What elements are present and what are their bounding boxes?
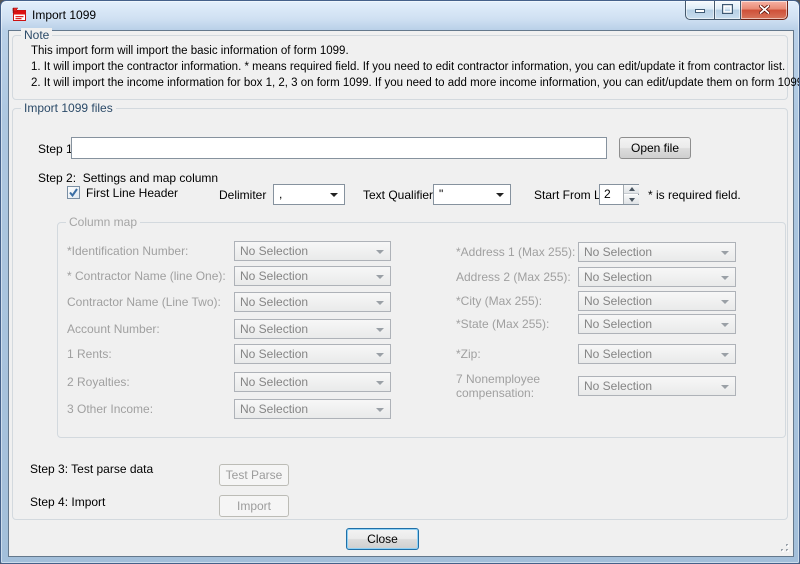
chevron-down-icon [721, 251, 729, 255]
column-map-row: *State (Max 255): No Selection [456, 314, 736, 334]
address2-select[interactable]: No Selection [578, 267, 736, 287]
delimiter-label: Delimiter [219, 188, 266, 202]
address2-label: Address 2 (Max 255): [456, 270, 571, 284]
chevron-down-icon [376, 408, 384, 412]
column-map-row: Account Number: No Selection [67, 319, 391, 339]
step3-label: Step 3: Test parse data [30, 462, 153, 476]
chevron-down-icon [376, 328, 384, 332]
file-path-input[interactable] [71, 137, 607, 159]
note-line-2: 1. It will import the contractor informa… [31, 61, 785, 73]
close-icon [759, 3, 770, 17]
column-map-row: *Identification Number: No Selection [67, 241, 391, 261]
other-income-label: 3 Other Income: [67, 402, 153, 416]
royalties-select[interactable]: No Selection [234, 372, 391, 392]
close-button[interactable]: Close [346, 528, 419, 550]
import-files-groupbox-title: Import 1099 files [21, 101, 116, 115]
state-select[interactable]: No Selection [578, 314, 736, 334]
checkmark-icon [68, 187, 79, 198]
form-1099-icon [11, 7, 27, 23]
identification-number-select[interactable]: No Selection [234, 241, 391, 261]
required-field-note: * is required field. [648, 188, 741, 202]
chevron-down-icon [721, 353, 729, 357]
chevron-down-icon [376, 301, 384, 305]
chevron-down-icon [721, 323, 729, 327]
chevron-down-icon [376, 275, 384, 279]
first-line-header-label[interactable]: First Line Header [86, 186, 178, 200]
nonemployee-compensation-select[interactable]: No Selection [578, 376, 736, 396]
step4-label: Step 4: Import [30, 495, 105, 509]
contractor-name-one-label: * Contractor Name (line One): [67, 269, 226, 283]
step2-label: Step 2: Settings and map column [38, 171, 218, 185]
column-map-row: Address 2 (Max 255): No Selection [456, 267, 736, 287]
note-groupbox: Note This import form will import the ba… [12, 35, 788, 100]
zip-label: *Zip: [456, 347, 481, 361]
contractor-name-one-select[interactable]: No Selection [234, 266, 391, 286]
royalties-label: 2 Royalties: [67, 375, 130, 389]
import-button[interactable]: Import [219, 495, 289, 517]
address1-label: *Address 1 (Max 255): [456, 245, 575, 259]
rents-select[interactable]: No Selection [234, 344, 391, 364]
chevron-down-icon [721, 276, 729, 280]
state-label: *State (Max 255): [456, 317, 549, 331]
other-income-select[interactable]: No Selection [234, 399, 391, 419]
first-line-header-checkbox[interactable] [67, 186, 80, 199]
spinner-down-button[interactable] [624, 195, 639, 204]
zip-select[interactable]: No Selection [578, 344, 736, 364]
chevron-down-icon [721, 385, 729, 389]
minimize-button[interactable] [685, 1, 714, 20]
account-number-label: Account Number: [67, 322, 160, 336]
contractor-name-two-label: Contractor Name (Line Two): [67, 295, 221, 309]
column-map-row: 7 Nonemployee compensation: No Selection [456, 376, 736, 396]
dialog-client-area: Note This import form will import the ba… [8, 30, 794, 557]
column-map-row: * Contractor Name (line One): No Selecti… [67, 266, 391, 286]
account-number-select[interactable]: No Selection [234, 319, 391, 339]
title-bar[interactable]: Import 1099 [1, 1, 799, 30]
note-groupbox-title: Note [21, 28, 52, 42]
city-select[interactable]: No Selection [578, 291, 736, 311]
column-map-row: *Address 1 (Max 255): No Selection [456, 242, 736, 262]
text-qualifier-select[interactable]: " [433, 184, 511, 205]
close-button-caption[interactable] [741, 1, 788, 20]
maximize-button[interactable] [714, 1, 741, 20]
city-label: *City (Max 255): [456, 294, 542, 308]
minimize-icon [695, 3, 705, 17]
note-line-3: 2. It will import the income information… [31, 77, 800, 89]
maximize-icon [722, 3, 733, 17]
caption-buttons [685, 1, 788, 20]
delimiter-select[interactable]: , [273, 184, 345, 205]
resize-grip-icon[interactable] [777, 540, 790, 553]
rents-label: 1 Rents: [67, 347, 112, 361]
identification-number-label: *Identification Number: [67, 244, 188, 258]
import-1099-window: Import 1099 [0, 0, 800, 564]
column-map-row: 2 Royalties: No Selection [67, 372, 391, 392]
spinner-up-button[interactable] [624, 185, 639, 194]
start-from-line-stepper[interactable]: 2 [599, 184, 639, 205]
window-title: Import 1099 [32, 8, 96, 22]
column-map-groupbox-title: Column map [66, 215, 140, 229]
chevron-down-icon [721, 300, 729, 304]
column-map-row: 1 Rents: No Selection [67, 344, 391, 364]
open-file-button[interactable]: Open file [619, 137, 691, 159]
triangle-down-icon [629, 198, 635, 202]
test-parse-button[interactable]: Test Parse [219, 464, 289, 486]
address1-select[interactable]: No Selection [578, 242, 736, 262]
text-qualifier-label: Text Qualifier [363, 188, 433, 202]
nonemployee-compensation-label: 7 Nonemployee compensation: [456, 372, 556, 400]
column-map-row: *Zip: No Selection [456, 344, 736, 364]
chevron-down-icon [376, 250, 384, 254]
column-map-row: Contractor Name (Line Two): No Selection [67, 292, 391, 312]
column-map-row: *City (Max 255): No Selection [456, 291, 736, 311]
triangle-up-icon [629, 187, 635, 191]
note-line-1: This import form will import the basic i… [31, 45, 349, 57]
column-map-row: 3 Other Income: No Selection [67, 399, 391, 419]
chevron-down-icon [376, 381, 384, 385]
chevron-down-icon [496, 193, 504, 197]
contractor-name-two-select[interactable]: No Selection [234, 292, 391, 312]
chevron-down-icon [376, 353, 384, 357]
chevron-down-icon [330, 193, 338, 197]
